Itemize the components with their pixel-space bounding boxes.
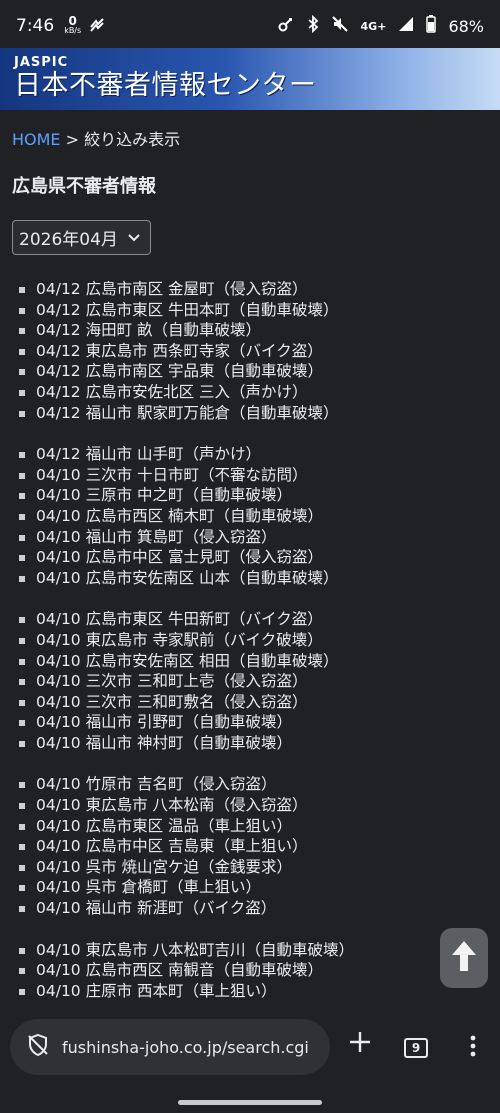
incident-group-3: 04/10 広島市東区 牛田新町（バイク盗） 04/10 東広島市 寺家駅前（バ… <box>12 609 488 753</box>
incident-item[interactable]: 04/10 福山市 箕島町（侵入窃盗） <box>18 527 488 548</box>
incident-item[interactable]: 04/10 広島市東区 温品（車上狙い） <box>18 816 488 837</box>
month-select[interactable]: 2026年04月 <box>12 220 151 255</box>
address-bar-url: fushinsha-joho.co.jp/search.cgi <box>62 1037 309 1057</box>
link-icon <box>277 15 295 38</box>
incident-groups: 04/12 広島市南区 金屋町（侵入窃盗） 04/12 広島市東区 牛田本町（自… <box>12 279 488 1001</box>
incident-item[interactable]: 04/12 広島市東区 牛田本町（自動車破壊） <box>18 300 488 321</box>
incident-item[interactable]: 04/10 東広島市 八本松町吉川（自動車破壊） <box>18 940 488 961</box>
incident-item[interactable]: 04/10 三次市 十日市町（不審な訪問） <box>18 465 488 486</box>
new-tab-button[interactable] <box>345 1029 375 1059</box>
month-select-value: 2026年04月 <box>19 230 118 250</box>
browser-menu-button[interactable] <box>463 1035 483 1063</box>
incident-item[interactable]: 04/10 庄原市 西本町（車上狙い） <box>18 981 488 1002</box>
incident-item[interactable]: 04/12 東広島市 西条町寺家（バイク盗） <box>18 341 488 362</box>
arrow-up-icon <box>451 939 477 977</box>
status-bar: 7:46 0 kB/s 4G+ 68% <box>0 0 500 52</box>
incident-item[interactable]: 04/12 福山市 駅家町万能倉（自動車破壊） <box>18 403 488 424</box>
incident-group-4: 04/10 竹原市 吉名町（侵入窃盗） 04/10 東広島市 八本松南（侵入窃盗… <box>12 774 488 918</box>
incident-item[interactable]: 04/10 呉市 焼山宮ケ迫（金銭要求） <box>18 857 488 878</box>
gesture-handle[interactable] <box>178 1100 322 1105</box>
battery-icon <box>426 14 437 38</box>
site-title: 日本不審者情報センター <box>14 70 317 101</box>
incident-item[interactable]: 04/10 三次市 三和町敷名（侵入窃盗） <box>18 692 488 713</box>
tab-count: 9 <box>411 1041 421 1055</box>
net-speed: 0 kB/s <box>64 14 82 35</box>
main-content: HOME > 絞り込み表示 広島県不審者情報 2026年04月 04/12 広島… <box>0 110 500 1007</box>
more-vert-icon <box>470 1035 476 1063</box>
incident-item[interactable]: 04/10 呉市 倉橋町（車上狙い） <box>18 877 488 898</box>
incident-item[interactable]: 04/12 福山市 山手町（声かけ） <box>18 444 488 465</box>
incident-item[interactable]: 04/10 広島市中区 富士見町（侵入窃盗） <box>18 547 488 568</box>
browser-toolbar: fushinsha-joho.co.jp/search.cgi 9 <box>0 1007 500 1113</box>
incident-item[interactable]: 04/10 広島市西区 楠木町（自動車破壊） <box>18 506 488 527</box>
incident-item[interactable]: 04/10 福山市 神村町（自動車破壊） <box>18 733 488 754</box>
data-saver-icon <box>89 17 105 35</box>
incident-item[interactable]: 04/12 広島市南区 金屋町（侵入窃盗） <box>18 279 488 300</box>
chevron-down-icon <box>128 231 140 245</box>
incident-item[interactable]: 04/10 広島市安佐南区 山本（自動車破壊） <box>18 568 488 589</box>
incident-group-5: 04/10 東広島市 八本松町吉川（自動車破壊） 04/10 広島市西区 南観音… <box>12 940 488 1002</box>
incident-item[interactable]: 04/10 三次市 三和町上壱（侵入窃盗） <box>18 671 488 692</box>
incident-item[interactable]: 04/12 広島市南区 宇品東（自動車破壊） <box>18 361 488 382</box>
site-header[interactable]: JASPIC 日本不審者情報センター <box>0 48 500 110</box>
breadcrumb-separator: > <box>60 130 85 149</box>
bluetooth-icon <box>307 14 319 38</box>
incident-group-2: 04/12 福山市 山手町（声かけ） 04/10 三次市 十日市町（不審な訪問）… <box>12 444 488 588</box>
incident-item[interactable]: 04/12 広島市安佐北区 三入（声かけ） <box>18 382 488 403</box>
incident-item[interactable]: 04/10 福山市 新涯町（バイク盗） <box>18 898 488 919</box>
status-right-icons: 4G+ 68% <box>277 14 484 38</box>
status-left-icons: 0 kB/s <box>64 14 105 36</box>
network-type: 4G+ <box>360 19 387 33</box>
incident-item[interactable]: 04/10 福山市 引野町（自動車破壊） <box>18 712 488 733</box>
incident-group-1: 04/12 広島市南区 金屋町（侵入窃盗） 04/12 広島市東区 牛田本町（自… <box>12 279 488 423</box>
plus-icon <box>348 1023 372 1063</box>
incident-item[interactable]: 04/10 広島市中区 吉島東（車上狙い） <box>18 836 488 857</box>
incident-item[interactable]: 04/10 東広島市 寺家駅前（バイク破壊） <box>18 630 488 651</box>
breadcrumb-home-link[interactable]: HOME <box>12 130 61 149</box>
breadcrumb: HOME > 絞り込み表示 <box>12 126 488 150</box>
status-time: 7:46 <box>16 16 55 36</box>
scroll-to-top-button[interactable] <box>440 928 488 988</box>
incident-item[interactable]: 04/10 竹原市 吉名町（侵入窃盗） <box>18 774 488 795</box>
site-info-icon[interactable] <box>26 1033 50 1061</box>
incident-item[interactable]: 04/10 広島市西区 南観音（自動車破壊） <box>18 960 488 981</box>
incident-item[interactable]: 04/10 広島市安佐南区 相田（自動車破壊） <box>18 651 488 672</box>
address-bar[interactable]: fushinsha-joho.co.jp/search.cgi <box>10 1019 330 1075</box>
incident-item[interactable]: 04/10 三原市 中之町（自動車破壊） <box>18 485 488 506</box>
tab-switcher-button[interactable]: 9 <box>404 1038 428 1058</box>
signal-icon <box>398 16 414 37</box>
incident-item[interactable]: 04/12 海田町 畝（自動車破壊） <box>18 320 488 341</box>
battery-percent: 68% <box>448 16 484 36</box>
incident-item[interactable]: 04/10 広島市東区 牛田新町（バイク盗） <box>18 609 488 630</box>
incident-item[interactable]: 04/10 東広島市 八本松南（侵入窃盗） <box>18 795 488 816</box>
breadcrumb-current: 絞り込み表示 <box>84 130 181 149</box>
mute-icon <box>331 15 349 38</box>
page-title: 広島県不審者情報 <box>12 176 156 197</box>
brand-sub: JASPIC <box>14 55 69 70</box>
